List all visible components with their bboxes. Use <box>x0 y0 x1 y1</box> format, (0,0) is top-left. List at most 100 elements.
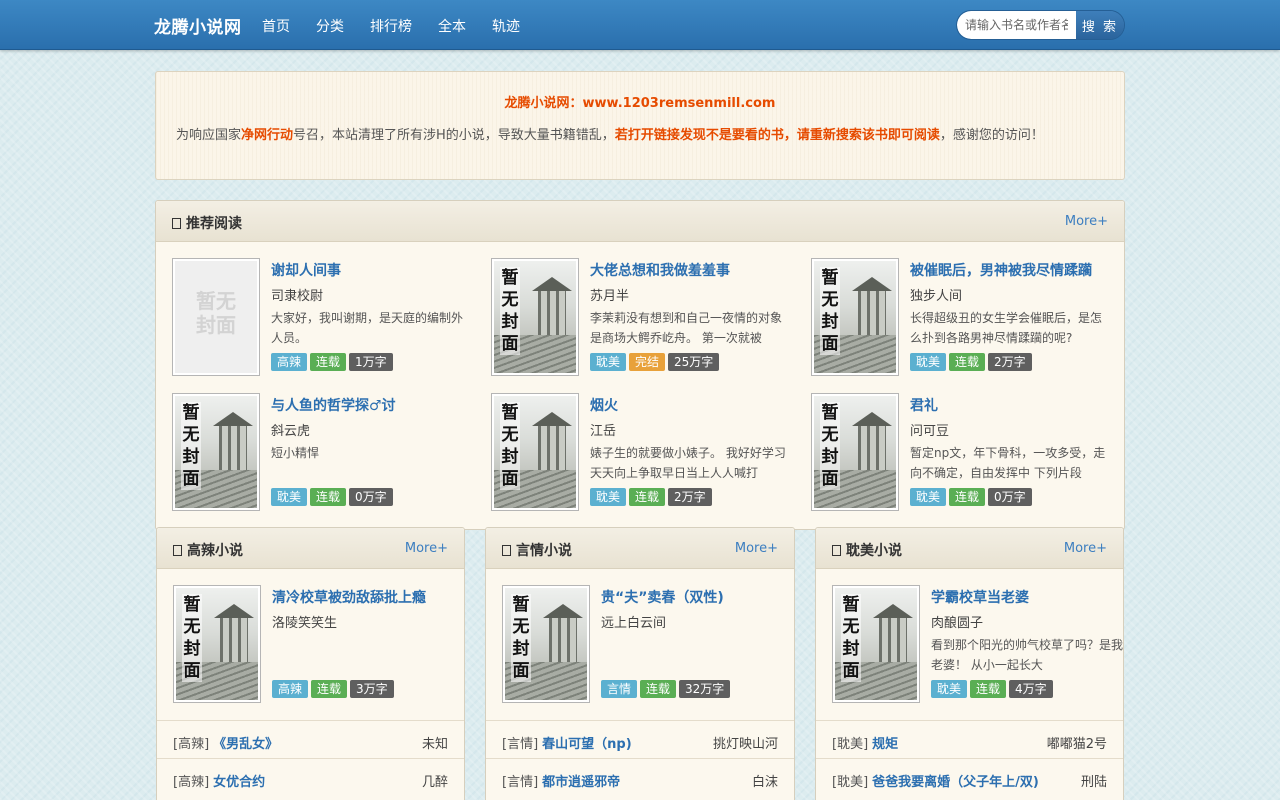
book-tags: 耽美 连载 4万字 <box>931 680 1056 698</box>
category-badge[interactable]: 耽美 <box>590 353 627 371</box>
nav-complete[interactable]: 全本 <box>438 16 466 36</box>
site-logo[interactable]: 龙腾小说网 <box>154 13 242 38</box>
book-author[interactable]: 问可豆 <box>910 420 949 439</box>
list-item-title[interactable]: 《男乱女》 <box>213 737 278 752</box>
list-item-author[interactable]: 白沫 <box>752 771 778 790</box>
list-item-category-text: [言情] <box>502 775 539 790</box>
book-icon <box>502 545 511 556</box>
book-author[interactable]: 江岳 <box>590 420 616 439</box>
book-author[interactable]: 洛陵笑笑生 <box>272 612 337 631</box>
book-author[interactable]: 远上白云间 <box>601 612 666 631</box>
section-more-link[interactable]: More+ <box>405 541 448 556</box>
book-tags: 耽美 完结 25万字 <box>590 353 722 371</box>
section-header: 高辣小说 More+ <box>157 528 464 569</box>
nav-ranking[interactable]: 排行榜 <box>370 16 412 36</box>
nav-category[interactable]: 分类 <box>316 16 344 36</box>
status-badge: 连载 <box>310 353 347 371</box>
status-badge: 完结 <box>629 353 666 371</box>
category-badge[interactable]: 高辣 <box>271 353 308 371</box>
nav-home[interactable]: 首页 <box>262 16 290 36</box>
list-item-category: [耽美] 爸爸我要离婚（父子年上/双) <box>832 771 1039 790</box>
book-author[interactable]: 斜云虎 <box>271 420 310 439</box>
list-item-category-text: [高辣] <box>173 775 210 790</box>
notice-highlight: 若打开链接发现不是要看的书，请重新搜索该书即可阅读 <box>614 128 940 143</box>
book-title[interactable]: 君礼 <box>910 395 1120 415</box>
search-button[interactable]: 搜 索 <box>1076 11 1124 39</box>
category-badge[interactable]: 耽美 <box>931 680 968 698</box>
book-tags: 高辣 连载 1万字 <box>271 353 396 371</box>
cover-placeholder-text: 暂无封面 <box>820 402 840 490</box>
cover-image: 暂无封面 <box>814 261 896 373</box>
word-count-badge: 0万字 <box>988 488 1032 506</box>
book-tags: 耽美 连载 0万字 <box>910 488 1035 506</box>
list-item-author[interactable]: 嘟嘟猫2号 <box>1047 733 1107 752</box>
book-author[interactable]: 苏月半 <box>590 285 629 304</box>
word-count-badge: 32万字 <box>679 680 731 698</box>
list-item-title[interactable]: 爸爸我要离婚（父子年上/双) <box>872 775 1039 790</box>
top-navbar: 龙腾小说网 首页 分类 排行榜 全本 轨迹 搜 索 <box>0 0 1280 50</box>
word-count-badge: 4万字 <box>1009 680 1053 698</box>
nav-history[interactable]: 轨迹 <box>492 16 520 36</box>
list-item-author[interactable]: 几醉 <box>422 771 448 790</box>
section-title-text: 高辣小说 <box>187 543 243 559</box>
list-item-title[interactable]: 春山可望（np) <box>542 737 632 752</box>
book-cover[interactable]: 暂无封面 <box>172 393 260 511</box>
list-item-title[interactable]: 规矩 <box>872 737 898 752</box>
list-item-author[interactable]: 挑灯映山河 <box>713 733 778 752</box>
category-badge[interactable]: 耽美 <box>910 488 947 506</box>
book-cover[interactable]: 暂无封面 <box>491 393 579 511</box>
section-more-link[interactable]: More+ <box>735 541 778 556</box>
category-badge[interactable]: 耽美 <box>271 488 308 506</box>
book-card: 暂无封面烟火 江岳 婊子生的就要做小婊子。 我好好学习天天向上争取早日当上人人喊打耽… <box>491 393 791 513</box>
section-header: 言情小说 More+ <box>486 528 794 569</box>
search-input[interactable] <box>957 11 1076 39</box>
cover-placeholder-text: 暂无封面 <box>196 289 236 337</box>
status-badge: 连载 <box>949 488 986 506</box>
book-title[interactable]: 贵“夫”卖春（双性) <box>601 587 811 607</box>
list-item-author[interactable]: 刑陆 <box>1081 771 1107 790</box>
category-badge[interactable]: 耽美 <box>590 488 627 506</box>
cover-image: 暂无封面 <box>175 396 257 508</box>
book-title[interactable]: 清冷校草被劲敌舔批上瘾 <box>272 587 482 607</box>
section-header: 耽美小说 More+ <box>816 528 1123 569</box>
book-description: 婊子生的就要做小婊子。 我好好学习天天向上争取早日当上人人喊打 <box>590 446 786 480</box>
list-item-title[interactable]: 都市逍遥邪帝 <box>542 775 620 790</box>
list-item-author[interactable]: 未知 <box>422 733 448 752</box>
book-title[interactable]: 大佬总想和我做羞羞事 <box>590 260 800 280</box>
book-cover[interactable]: 暂无封面 <box>502 585 590 703</box>
book-cover[interactable]: 暂无封面 <box>173 585 261 703</box>
book-cover[interactable]: 暂无封面 <box>172 258 260 376</box>
book-title[interactable]: 谢却人间事 <box>271 260 481 280</box>
recommend-more-link[interactable]: More+ <box>1065 214 1108 229</box>
list-item-title[interactable]: 女优合约 <box>213 775 265 790</box>
word-count-badge: 2万字 <box>668 488 712 506</box>
word-count-badge: 3万字 <box>350 680 394 698</box>
book-author[interactable]: 肉酿圆子 <box>931 612 983 631</box>
list-item: [言情] 春山可望（np) 挑灯映山河 <box>486 720 794 758</box>
book-author[interactable]: 独步人间 <box>910 285 962 304</box>
list-item-category-text: [言情] <box>502 737 539 752</box>
cover-placeholder-text: 暂无封面 <box>841 594 861 682</box>
book-author[interactable]: 司隶校尉 <box>271 285 323 304</box>
recommend-panel: 推荐阅读 More+ 暂无封面 谢却人间事 司隶校尉 大家好，我叫谢期，是天庭的编制外… <box>155 200 1125 530</box>
book-cover[interactable]: 暂无封面 <box>832 585 920 703</box>
book-title[interactable]: 被催眠后，男神被我尽情蹂躏 <box>910 260 1120 280</box>
book-title[interactable]: 烟火 <box>590 395 800 415</box>
section-title: 耽美小说 <box>832 540 902 560</box>
section-more-link[interactable]: More+ <box>1064 541 1107 556</box>
book-title[interactable]: 学霸校草当老婆 <box>931 587 1141 607</box>
book-cover[interactable]: 暂无封面 <box>811 258 899 376</box>
book-description: 暂定np文，年下骨科，一攻多受，走向不确定，自由发挥中 下列片段 <box>910 446 1106 480</box>
cover-placeholder-text: 暂无封面 <box>181 402 201 490</box>
book-cover[interactable]: 暂无封面 <box>811 393 899 511</box>
cover-image: 暂无封面 <box>505 588 587 700</box>
category-badge[interactable]: 言情 <box>601 680 638 698</box>
status-badge: 连载 <box>310 488 347 506</box>
book-tags: 言情 连载 32万字 <box>601 680 733 698</box>
book-title[interactable]: 与人鱼的哲学探♂讨 <box>271 395 481 415</box>
book-cover[interactable]: 暂无封面 <box>491 258 579 376</box>
section-panel-yanqing: 言情小说 More+ 暂无封面贵“夫”卖春（双性) 远上白云间 言情 连载 32万字 [言情]… <box>485 527 795 800</box>
category-badge[interactable]: 耽美 <box>910 353 947 371</box>
section-title-text: 言情小说 <box>516 543 572 559</box>
category-badge[interactable]: 高辣 <box>272 680 309 698</box>
